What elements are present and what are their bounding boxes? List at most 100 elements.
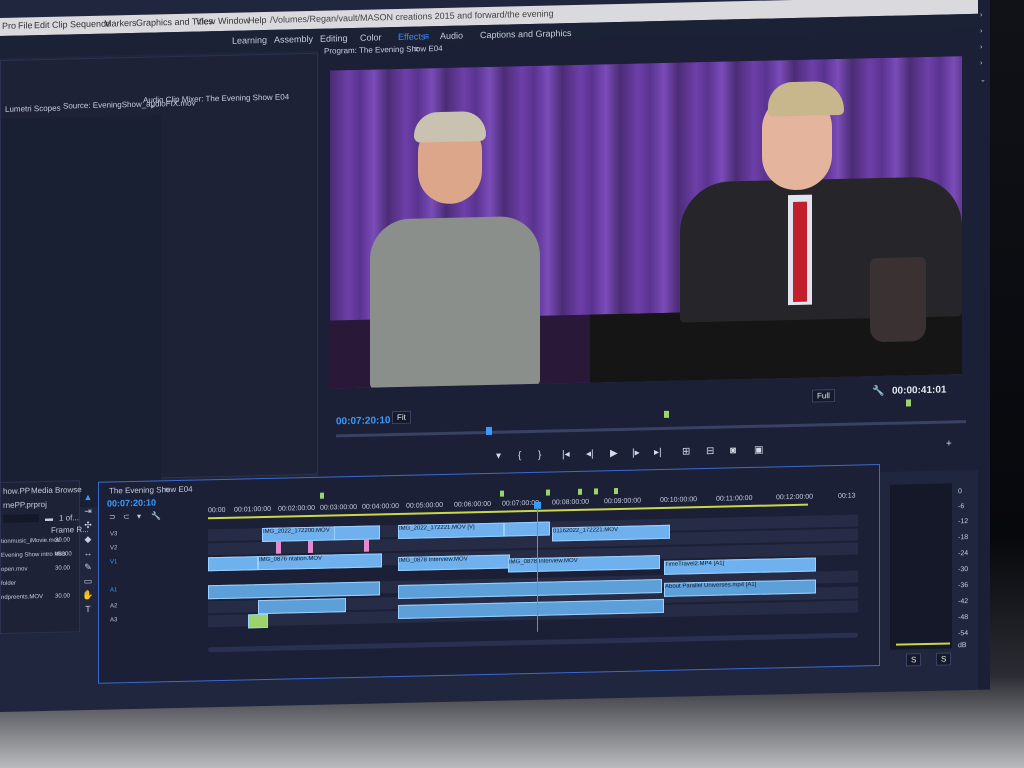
track-a2-label[interactable]: A2 (110, 603, 117, 609)
add-marker-icon[interactable]: ▾ (496, 451, 501, 462)
resolution-select[interactable]: Full (812, 389, 835, 403)
tab-media-browser[interactable]: Media Browse (31, 485, 82, 495)
project-item-name[interactable]: open.mov (1, 566, 27, 573)
ruler-tick-label: 00:06:00:00 (454, 500, 491, 509)
project-search-input[interactable] (3, 514, 39, 523)
zoom-select[interactable]: Fit (392, 410, 411, 425)
mark-in-icon[interactable]: { (518, 450, 521, 461)
menu-markers[interactable]: Markers (104, 18, 137, 29)
track-v1-label[interactable]: V1 (110, 559, 117, 565)
timeline-menu-icon[interactable]: ≡ (165, 485, 170, 494)
workspace-effects[interactable]: Effects (398, 31, 425, 42)
marker-icon[interactable] (578, 488, 582, 495)
workspace-menu-icon[interactable]: ≡ (424, 31, 429, 41)
comparison-view-icon[interactable]: ▣ (754, 445, 763, 456)
track-a1-label[interactable]: A1 (110, 587, 117, 593)
ripple-edit-tool-icon[interactable]: ✣ (82, 520, 94, 532)
workspace-audio[interactable]: Audio (440, 30, 463, 41)
selection-tool-icon[interactable]: ▲ (82, 492, 94, 504)
timeline-clip[interactable]: IMG_2022_172200.MOV (262, 526, 336, 543)
go-to-out-icon[interactable]: ▸| (654, 447, 662, 458)
tab-audio-clip-mixer[interactable]: Audio Clip Mixer: The Evening Show E04 (143, 92, 289, 104)
marker-icon[interactable] (594, 488, 598, 495)
marker-icon[interactable] (546, 489, 550, 496)
tab-project[interactable]: how.PP (3, 486, 30, 496)
project-panel: how.PP Media Browse rnePP.prproj ▬ 1 of.… (0, 480, 89, 634)
audio-clip[interactable] (248, 613, 268, 629)
marker-icon[interactable] (906, 399, 911, 407)
workspace-learning[interactable]: Learning (232, 35, 267, 46)
rectangle-tool-icon[interactable]: ▭ (82, 576, 94, 588)
timeline-clip[interactable] (334, 525, 380, 541)
scrubber-playhead[interactable] (486, 426, 492, 435)
timeline-settings-icon[interactable]: 🔧 (151, 511, 161, 520)
playhead-handle[interactable] (534, 501, 541, 509)
timeline-timecode[interactable]: 00:07:20:10 (107, 497, 156, 508)
timeline-tab[interactable]: The Evening Show E04 (109, 485, 193, 496)
marker-icon[interactable] (664, 410, 669, 418)
menu-help[interactable]: Help (248, 15, 267, 25)
new-bin-icon[interactable]: ▬ (45, 514, 53, 523)
track-select-tool-icon[interactable]: ⇥ (82, 506, 94, 518)
chevron-right-icon[interactable]: › (980, 60, 982, 67)
audio-clip[interactable] (258, 598, 346, 615)
timeline-clip[interactable] (208, 556, 258, 572)
solo-left-button[interactable]: S (906, 653, 922, 667)
button-editor-icon[interactable]: + (946, 438, 952, 449)
type-tool-icon[interactable]: T (82, 604, 94, 616)
chevron-right-icon[interactable]: › (980, 44, 982, 51)
workspace-captions[interactable]: Captions and Graphics (480, 28, 572, 40)
hand-tool-icon[interactable]: ✋ (82, 590, 94, 602)
program-menu-icon[interactable]: ≡ (414, 44, 419, 53)
menu-window[interactable]: Window (218, 15, 250, 26)
mark-out-icon[interactable]: } (538, 450, 541, 461)
export-frame-icon[interactable]: ◙ (730, 445, 736, 456)
slip-tool-icon[interactable]: ↔ (82, 548, 94, 560)
linked-selection-icon[interactable]: ⊂ (123, 512, 130, 521)
workspace-assembly[interactable]: Assembly (274, 34, 313, 45)
solo-right-button[interactable]: S (936, 652, 952, 666)
step-forward-icon[interactable]: |▸ (632, 447, 640, 458)
timeline-clip[interactable]: IMG_0876 ntation.MOV (258, 553, 382, 571)
tab-lumetri-scopes[interactable]: Lumetri Scopes (5, 104, 61, 114)
lift-icon[interactable]: ⊞ (682, 446, 690, 457)
marker-icon[interactable] (320, 492, 324, 499)
track-v2-label[interactable]: V2 (110, 545, 117, 551)
pen-tool-icon[interactable]: ✎ (82, 562, 94, 574)
timeline-clip[interactable]: IMG_2022_172221.MOV [V] (398, 522, 504, 539)
step-back-icon[interactable]: ◂| (586, 449, 594, 460)
project-item-name[interactable]: tionmusic_iMovie.mov (1, 538, 60, 545)
timeline-clip[interactable]: IMG_0878 Interview.MOV (398, 554, 510, 571)
workspace-editing[interactable]: Editing (320, 33, 348, 44)
play-icon[interactable]: ▶ (610, 448, 618, 459)
program-playhead-timecode[interactable]: 00:07:20:10 (336, 415, 390, 427)
menu-view[interactable]: View (196, 16, 215, 26)
track-v3-label[interactable]: V3 (110, 531, 117, 537)
razor-tool-icon[interactable]: ◆ (82, 534, 94, 546)
chevron-right-icon[interactable]: › (980, 12, 982, 19)
program-duration: 00:00:41:01 (892, 384, 947, 397)
extract-icon[interactable]: ⊟ (706, 446, 714, 457)
wrench-icon[interactable]: 🔧 (872, 386, 884, 397)
timeline-playhead[interactable] (537, 503, 538, 632)
marker-icon[interactable] (614, 487, 618, 495)
tab-overflow-icon[interactable]: ▸ (151, 101, 155, 110)
go-to-in-icon[interactable]: |◂ (562, 449, 570, 460)
project-item-name[interactable]: ndpreents.MOV (1, 594, 43, 601)
project-item-name[interactable]: folder (1, 581, 16, 587)
chevron-down-icon[interactable]: ⌄ (980, 76, 986, 84)
timeline-clip[interactable]: 01162022_172221.MOV (552, 524, 670, 542)
workspace-color[interactable]: Color (360, 32, 382, 42)
menu-app[interactable]: Pro (2, 21, 16, 31)
track-a3-label[interactable]: A3 (110, 617, 117, 623)
menu-clip[interactable]: Clip (52, 19, 68, 29)
snap-icon[interactable]: ⊃ (109, 512, 116, 521)
timeline-clip[interactable] (504, 521, 550, 537)
add-marker-tl-icon[interactable]: ▾ (137, 512, 141, 521)
marker-icon[interactable] (500, 490, 504, 497)
program-title[interactable]: Program: The Evening Show E04 (324, 44, 443, 56)
menu-file[interactable]: File (18, 20, 33, 30)
person-left-hair (414, 110, 486, 143)
menu-edit[interactable]: Edit (34, 20, 50, 30)
chevron-right-icon[interactable]: › (980, 28, 982, 35)
